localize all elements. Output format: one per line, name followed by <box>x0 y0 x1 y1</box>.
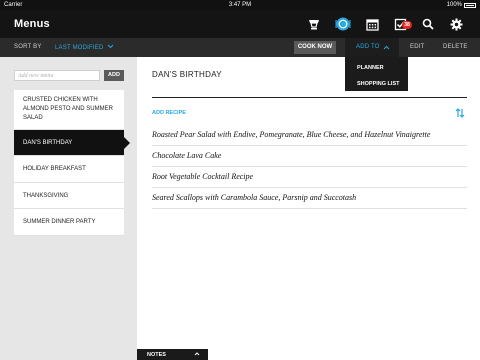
cook-now-button[interactable]: COOK NOW <box>294 41 336 54</box>
notes-label: NOTES <box>147 352 166 358</box>
menu-item-label: DAN'S BIRTHDAY <box>23 139 73 146</box>
recipe-item[interactable]: Chocolate Lava Cake <box>152 146 467 167</box>
menu-item-label: THANKSGIVING <box>23 192 69 199</box>
search-icon[interactable] <box>420 16 436 32</box>
sort-dropdown-value: LAST MODIFIED <box>55 45 104 51</box>
shopping-list-badge: 38 <box>402 21 412 29</box>
toolbar: SORT BY LAST MODIFIED COOK NOW ADD TO ED… <box>0 38 480 57</box>
add-to-shopping-list-option[interactable]: SHOPPING LIST <box>357 81 399 87</box>
calendar-icon[interactable] <box>364 16 380 32</box>
recipe-item[interactable]: Roasted Pear Salad with Endive, Pomegran… <box>152 125 467 146</box>
menu-list-item-selected[interactable]: DAN'S BIRTHDAY <box>14 130 130 156</box>
chevron-down-icon <box>108 44 114 49</box>
menu-item-label: CRUSTED CHICKEN WITH ALMOND PESTO AND SU… <box>23 97 113 121</box>
status-time: 3:47 PM <box>228 2 252 8</box>
add-recipe-button[interactable]: ADD RECIPE <box>152 110 186 116</box>
recipe-item[interactable]: Root Vegetable Cocktail Recipe <box>152 167 467 188</box>
add-to-planner-option[interactable]: PLANNER <box>357 65 384 71</box>
chevron-up-icon <box>194 352 200 356</box>
status-bar: Carrier 3:47 PM 100% <box>0 0 480 10</box>
mixer-icon[interactable] <box>306 16 322 32</box>
menu-list-item[interactable]: CRUSTED CHICKEN WITH ALMOND PESTO AND SU… <box>14 90 124 130</box>
menu-list-item[interactable]: HOLIDAY BREAKFAST <box>14 156 124 183</box>
battery-icon <box>464 2 476 8</box>
add-to-dropdown: PLANNER SHOPPING LIST <box>345 57 408 91</box>
menu-sidebar: Add new menu ADD CRUSTED CHICKEN WITH AL… <box>0 57 137 360</box>
sort-by-label: SORT BY <box>14 44 42 50</box>
sort-icon[interactable] <box>455 108 465 118</box>
delete-button[interactable]: DELETE <box>443 44 468 50</box>
recipe-item[interactable]: Seared Scallops with Carambola Sauce, Pa… <box>152 188 467 209</box>
page-title: Menus <box>14 18 50 30</box>
menu-list-item[interactable]: THANKSGIVING <box>14 183 124 209</box>
notes-tab[interactable]: NOTES <box>137 349 208 360</box>
battery-percent: 100% <box>446 2 462 8</box>
add-to-label: ADD TO <box>356 44 380 50</box>
menu-title: DAN'S BIRTHDAY <box>152 70 222 79</box>
recipe-list: Roasted Pear Salad with Endive, Pomegran… <box>152 125 467 209</box>
edit-button[interactable]: EDIT <box>410 44 424 50</box>
battery-status: 100% <box>447 2 476 8</box>
menu-list: CRUSTED CHICKEN WITH ALMOND PESTO AND SU… <box>14 90 130 236</box>
sort-dropdown[interactable]: LAST MODIFIED <box>55 44 114 51</box>
gear-icon[interactable] <box>448 16 464 32</box>
new-menu-input[interactable]: Add new menu <box>14 70 100 81</box>
plate-icon[interactable] <box>335 16 351 32</box>
menu-list-item[interactable]: SUMMER DINNER PARTY <box>14 209 124 236</box>
add-menu-button[interactable]: ADD <box>104 70 124 81</box>
menu-detail: DAN'S BIRTHDAY ADD RECIPE Roasted Pear S… <box>137 57 480 360</box>
nav-bar: Menus 38 <box>0 10 480 38</box>
menu-item-label: HOLIDAY BREAKFAST <box>23 166 86 172</box>
chevron-up-icon <box>383 45 390 50</box>
menu-item-label: SUMMER DINNER PARTY <box>23 219 96 225</box>
title-divider <box>152 97 467 98</box>
